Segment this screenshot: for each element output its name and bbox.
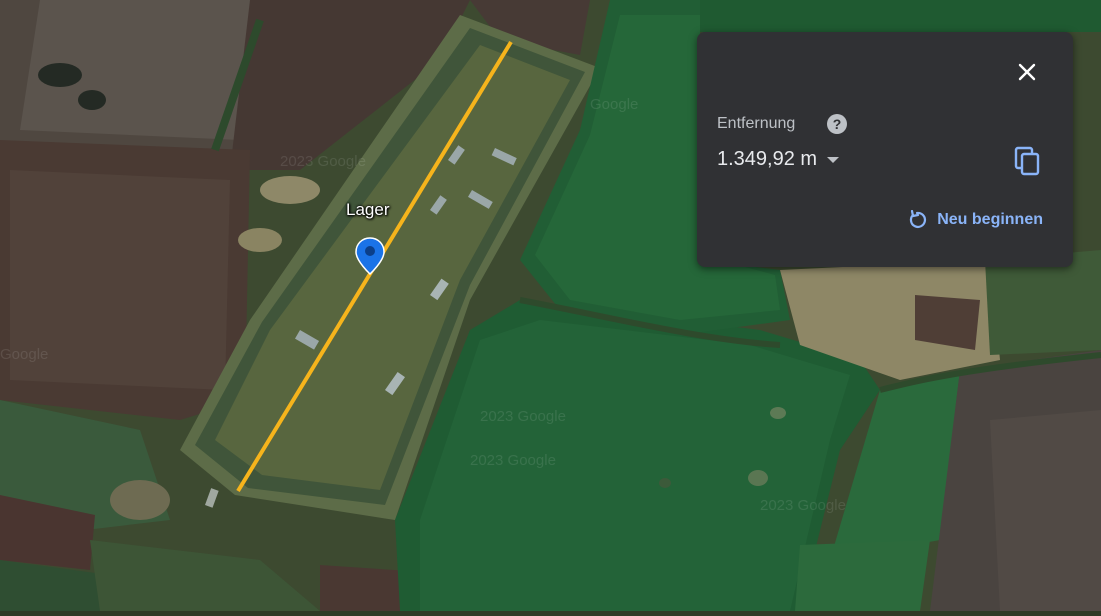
- restart-button[interactable]: Neu beginnen: [907, 210, 1043, 230]
- location-pin-icon[interactable]: [354, 236, 386, 276]
- place-label[interactable]: Lager: [346, 200, 389, 220]
- chevron-down-icon: [827, 156, 840, 163]
- copy-icon: [1014, 146, 1040, 176]
- restart-icon: [910, 210, 927, 228]
- measure-distance-panel: Entfernung ? 1.349,92 m Neu beginnen: [697, 32, 1073, 267]
- copy-button[interactable]: [1013, 146, 1043, 178]
- distance-label: Entfernung: [717, 115, 796, 132]
- restart-label: Neu beginnen: [937, 211, 1043, 228]
- close-button[interactable]: [1009, 54, 1045, 90]
- distance-unit-dropdown[interactable]: 1.349,92 m: [717, 148, 840, 171]
- distance-value: 1.349,92 m: [717, 148, 818, 170]
- help-icon[interactable]: ?: [827, 114, 847, 134]
- close-icon: [1018, 63, 1036, 81]
